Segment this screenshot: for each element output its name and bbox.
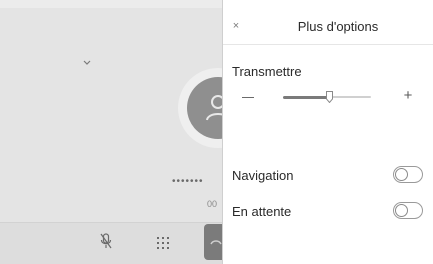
volume-increase-button[interactable]: + [400, 88, 416, 104]
minus-icon [242, 97, 254, 98]
on-hold-toggle[interactable] [393, 202, 423, 219]
slider-track-empty [329, 96, 371, 98]
toggle-knob [395, 168, 408, 181]
slider-thumb[interactable] [326, 90, 333, 104]
status-strip [0, 0, 222, 8]
navigation-toggle[interactable] [393, 166, 423, 183]
on-hold-label: En attente [232, 204, 292, 219]
close-icon[interactable]: × [230, 20, 242, 32]
phone-hangup-icon [210, 240, 222, 245]
screen: ••••••• 00 × Plus d'options Transmettre [0, 0, 433, 264]
slider-track-filled [283, 96, 329, 99]
panel-header: × Plus d'options [223, 0, 433, 45]
transmit-slider[interactable] [283, 90, 371, 104]
transmit-label: Transmettre [232, 64, 302, 79]
toggle-knob [395, 204, 408, 217]
chevron-down-icon[interactable] [80, 56, 94, 70]
keypad-icon[interactable] [157, 236, 169, 254]
call-timer: 00 [207, 199, 218, 209]
navigation-label: Navigation [232, 168, 294, 183]
volume-decrease-button[interactable] [237, 87, 259, 109]
mic-muted-icon[interactable] [100, 233, 112, 254]
caller-number: ••••••• [172, 176, 204, 187]
panel-title: Plus d'options [297, 19, 379, 34]
options-panel: × Plus d'options Transmettre + Navigatio… [222, 0, 433, 264]
